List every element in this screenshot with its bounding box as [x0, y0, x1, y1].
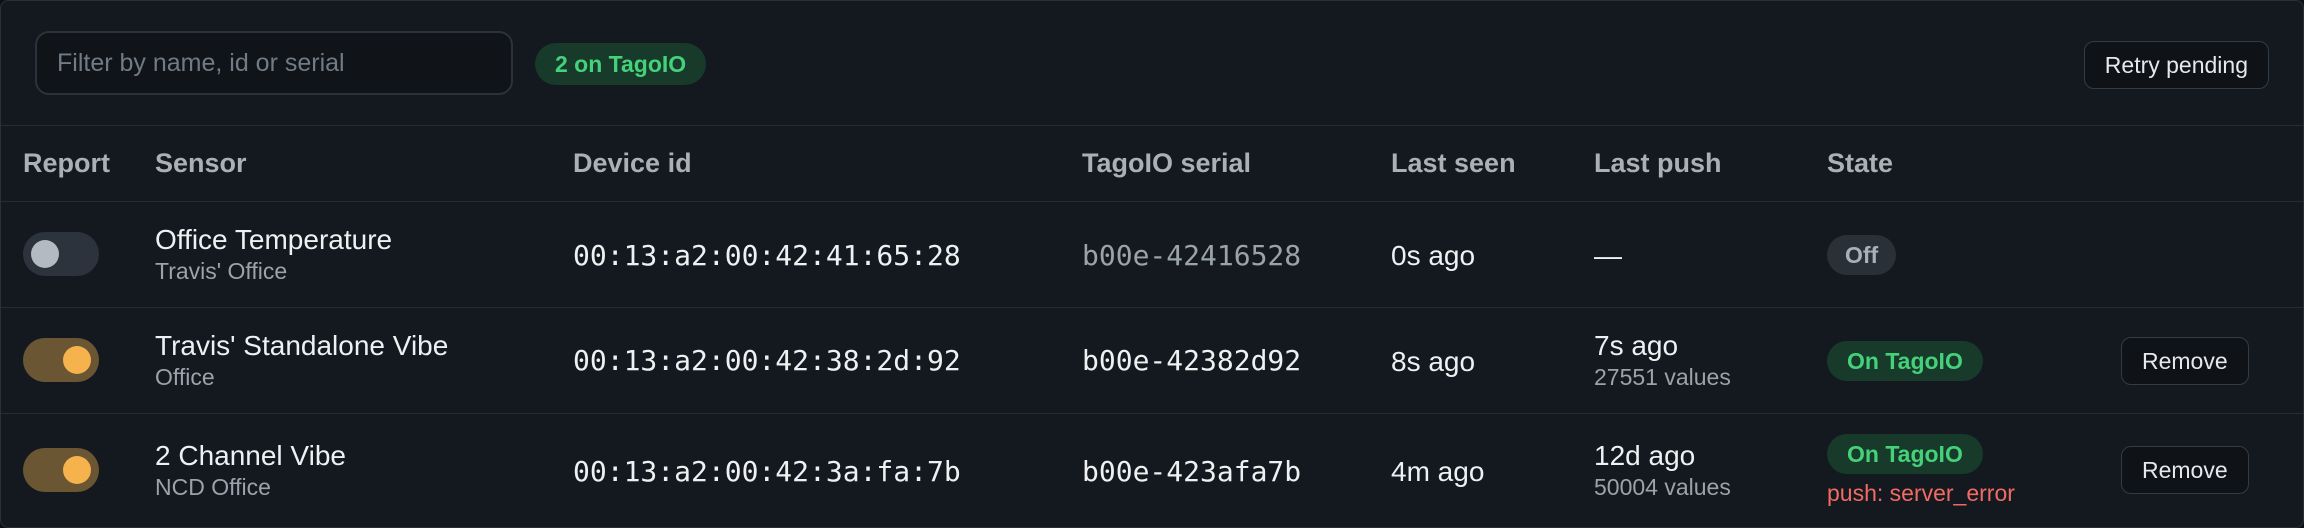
- toolbar: 2 on TagoIO Retry pending: [1, 1, 2303, 126]
- table-row: Travis' Standalone Vibe Office 00:13:a2:…: [1, 308, 2303, 414]
- report-toggle[interactable]: [23, 232, 99, 276]
- toggle-knob: [63, 456, 91, 484]
- sensor-location: Office: [155, 364, 215, 390]
- toggle-knob: [63, 346, 91, 374]
- state-cell: On TagoIO push: server_error: [1827, 434, 2015, 507]
- column-header-tagoio-serial: TagoIO serial: [1082, 148, 1252, 178]
- remove-button[interactable]: Remove: [2121, 337, 2249, 385]
- push-values-count: 50004 values: [1594, 474, 1731, 500]
- last-seen: 0s ago: [1391, 240, 1476, 271]
- tagoio-serial: b00e-42382d92: [1082, 344, 1302, 377]
- tagoio-serial: b00e-42416528: [1082, 239, 1302, 272]
- report-toggle[interactable]: [23, 448, 99, 492]
- sensor-name: Travis' Standalone Vibe: [155, 330, 449, 361]
- last-push: —: [1594, 240, 1622, 271]
- tagoio-count-badge: 2 on TagoIO: [535, 43, 707, 85]
- table-row: 2 Channel Vibe NCD Office 00:13:a2:00:42…: [1, 414, 2303, 527]
- state-badge: Off: [1827, 235, 1897, 275]
- column-header-last-seen: Last seen: [1391, 148, 1516, 178]
- state-badge: On TagoIO: [1827, 434, 1983, 474]
- sensor-location: NCD Office: [155, 474, 271, 500]
- last-push: 7s ago: [1594, 330, 1679, 361]
- column-header-sensor: Sensor: [155, 148, 247, 178]
- last-push-cell: 7s ago 27551 values: [1594, 330, 1731, 391]
- push-values-count: 27551 values: [1594, 364, 1731, 390]
- column-header-report: Report: [23, 148, 110, 178]
- last-seen: 4m ago: [1391, 456, 1485, 487]
- table-header: Report Sensor Device id TagoIO serial La…: [1, 126, 2303, 202]
- sensor-panel: 2 on TagoIO Retry pending Report Sensor …: [0, 0, 2304, 528]
- remove-button[interactable]: Remove: [2121, 446, 2249, 494]
- device-id: 00:13:a2:00:42:38:2d:92: [573, 344, 961, 377]
- table-row: Office Temperature Travis' Office 00:13:…: [1, 202, 2303, 308]
- last-seen: 8s ago: [1391, 346, 1476, 377]
- filter-input[interactable]: [35, 31, 513, 95]
- sensor-cell: Office Temperature Travis' Office: [155, 224, 392, 285]
- report-toggle[interactable]: [23, 338, 99, 382]
- state-cell: Off: [1827, 235, 1897, 275]
- last-push: 12d ago: [1594, 440, 1696, 471]
- retry-pending-button[interactable]: Retry pending: [2083, 41, 2269, 89]
- sensor-location: Travis' Office: [155, 258, 288, 284]
- column-header-last-push: Last push: [1594, 148, 1722, 178]
- push-error-message: push: server_error: [1827, 480, 2015, 506]
- sensor-cell: 2 Channel Vibe NCD Office: [155, 440, 346, 501]
- state-cell: On TagoIO: [1827, 341, 1983, 381]
- state-badge: On TagoIO: [1827, 341, 1983, 381]
- toggle-knob: [31, 240, 59, 268]
- sensor-cell: Travis' Standalone Vibe Office: [155, 330, 448, 391]
- last-push-cell: 12d ago 50004 values: [1594, 440, 1731, 501]
- column-header-device-id: Device id: [573, 148, 692, 178]
- sensor-name: 2 Channel Vibe: [155, 440, 346, 471]
- sensor-name: Office Temperature: [155, 224, 393, 255]
- column-header-state: State: [1827, 148, 1894, 178]
- tagoio-serial: b00e-423afa7b: [1082, 455, 1302, 488]
- device-id: 00:13:a2:00:42:3a:fa:7b: [573, 455, 961, 488]
- device-id: 00:13:a2:00:42:41:65:28: [573, 239, 961, 272]
